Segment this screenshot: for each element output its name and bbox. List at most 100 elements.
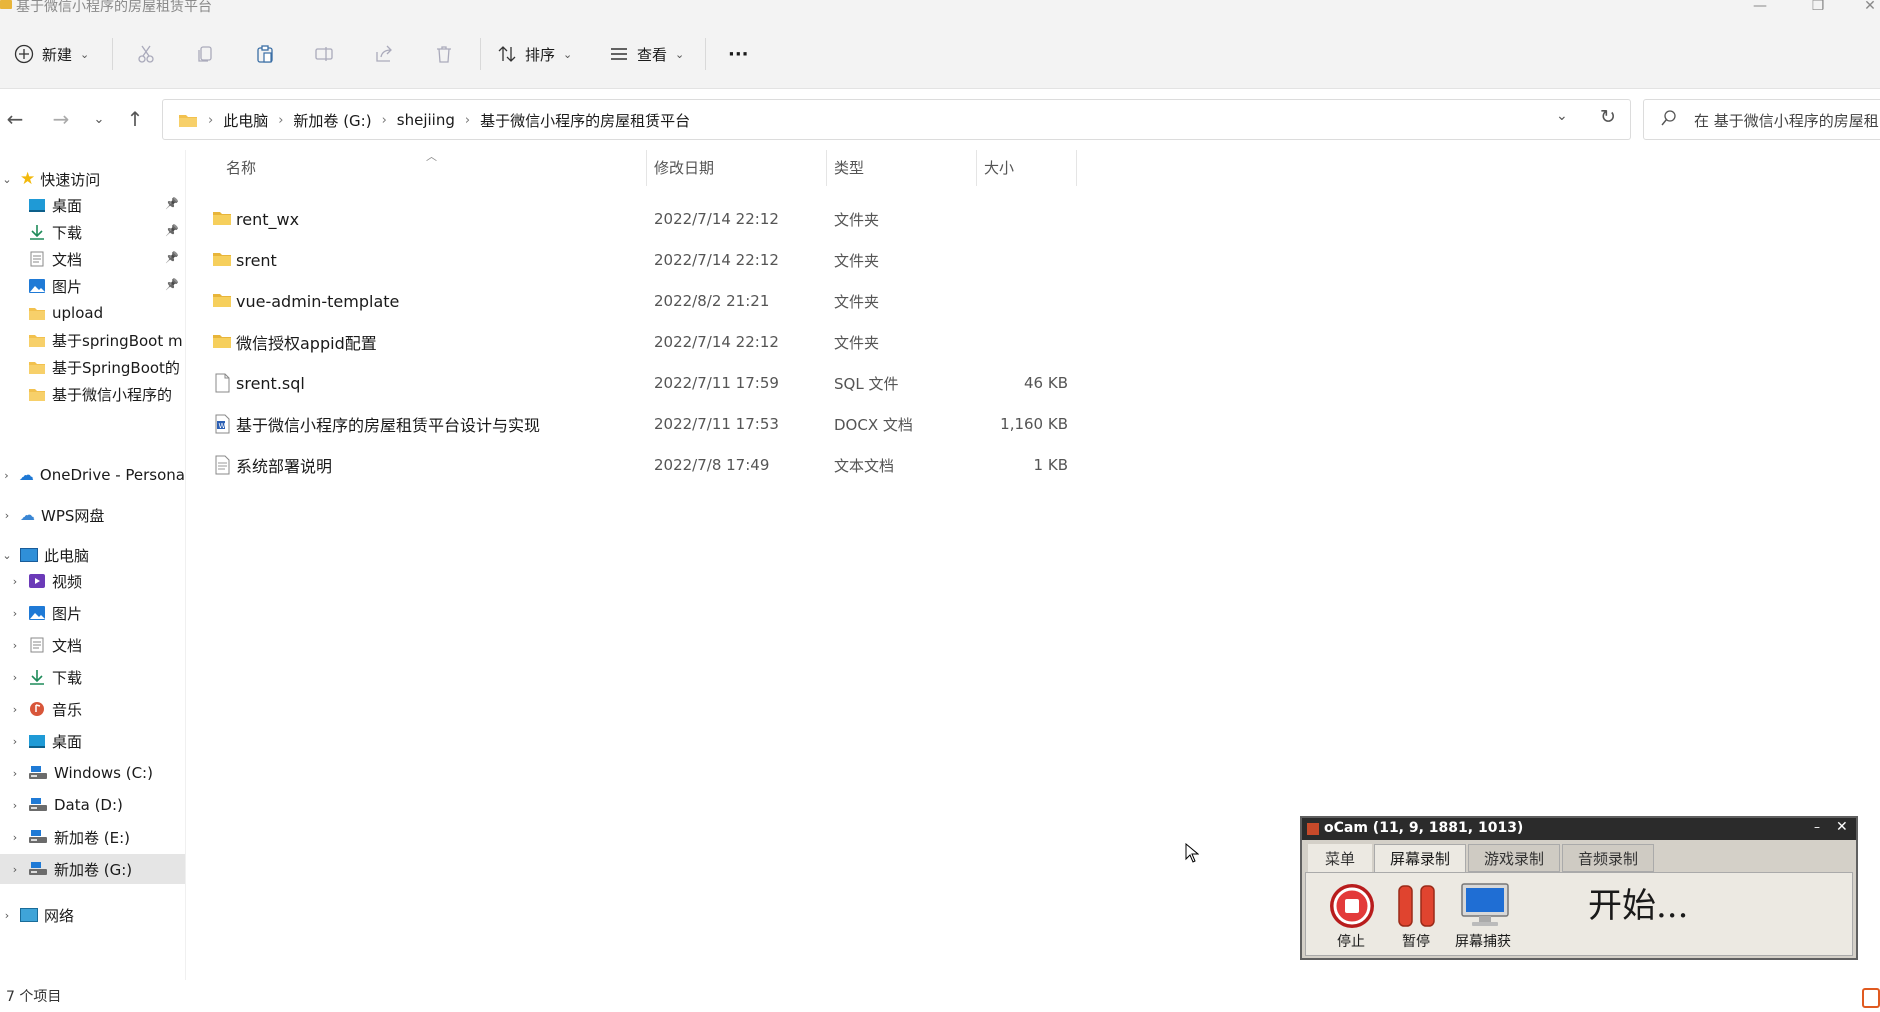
- sidebar-item-quick-6[interactable]: 基于SpringBoot的: [0, 352, 185, 382]
- close-icon[interactable]: ✕: [1860, 0, 1880, 14]
- file-row[interactable]: rent_wx 2022/7/14 22:12 文件夹: [210, 199, 1080, 239]
- column-header-date[interactable]: 修改日期: [654, 157, 714, 178]
- nav-label: 新加卷 (E:): [54, 828, 131, 847]
- sidebar-item-quick-3[interactable]: 图片: [0, 271, 185, 301]
- file-row[interactable]: vue-admin-template 2022/8/2 21:21 文件夹: [210, 281, 1080, 321]
- screen-capture-button[interactable]: [1460, 882, 1510, 932]
- delete-icon[interactable]: [430, 40, 458, 68]
- folder-icon: [212, 291, 232, 311]
- sidebar-item-quick-7[interactable]: 基于微信小程序的: [0, 379, 185, 409]
- drive-icon: [28, 861, 48, 877]
- column-header-size[interactable]: 大小: [984, 157, 1014, 178]
- breadcrumb: › 此电脑 › 新加卷 (G:) › shejiing › 基于微信小程序的房屋…: [178, 108, 690, 132]
- sidebar-item-pc-4[interactable]: › 音乐: [0, 694, 185, 724]
- column-divider[interactable]: [1076, 150, 1077, 186]
- sidebar-item-pc-0[interactable]: › 视频: [0, 566, 185, 596]
- back-arrow-icon[interactable]: ←: [2, 106, 28, 132]
- nav-label: 桌面: [52, 196, 83, 215]
- ocam-tab-menu[interactable]: 菜单: [1308, 844, 1372, 872]
- sidebar-item-pc-1[interactable]: › 图片: [0, 598, 185, 628]
- breadcrumb-this-pc[interactable]: 此电脑: [223, 110, 268, 131]
- sidebar-item-pc-2[interactable]: › 文档: [0, 630, 185, 660]
- breadcrumb-drive-g[interactable]: 新加卷 (G:): [293, 110, 371, 131]
- nav-label: 基于springBoot m: [52, 331, 183, 350]
- recent-locations-chevron-icon[interactable]: ⌄: [86, 106, 112, 132]
- sidebar-item-pc-9[interactable]: › 新加卷 (G:): [0, 854, 185, 884]
- stop-record-button[interactable]: [1328, 882, 1376, 934]
- stop-icon: [1330, 884, 1374, 928]
- file-row[interactable]: 系统部署说明 2022/7/8 17:49 文本文档 1 KB: [210, 445, 1080, 485]
- view-button[interactable]: 查看 ⌄: [609, 40, 684, 68]
- column-header-type[interactable]: 类型: [834, 157, 864, 178]
- star-icon: ★: [20, 169, 36, 189]
- pane-divider[interactable]: [185, 150, 186, 980]
- file-row[interactable]: W 基于微信小程序的房屋租赁平台设计与实现 2022/7/11 17:53 DOCX …: [210, 404, 1080, 444]
- restore-icon[interactable]: ❐: [1808, 0, 1828, 14]
- copy-icon[interactable]: [191, 40, 219, 68]
- chevron-right-icon: ›: [12, 702, 18, 716]
- chevron-right-icon: ›: [12, 574, 18, 588]
- folder-icon: [28, 332, 46, 348]
- new-button[interactable]: 新建 ⌄: [14, 40, 89, 68]
- breadcrumb-current-folder[interactable]: 基于微信小程序的房屋租赁平台: [480, 110, 690, 131]
- ocam-minimize-icon[interactable]: –: [1814, 820, 1820, 834]
- sidebar-item-pc-7[interactable]: › Data (D:): [0, 790, 185, 820]
- file-row[interactable]: srent.sql 2022/7/11 17:59 SQL 文件 46 KB: [210, 363, 1080, 403]
- breadcrumb-shejiing[interactable]: shejiing: [397, 111, 455, 129]
- chevron-right-icon: ›: [12, 638, 18, 652]
- folder-icon: [28, 386, 46, 402]
- file-type: 文件夹: [834, 292, 880, 311]
- ocam-tab-audio-record[interactable]: 音频录制: [1562, 844, 1654, 872]
- minimize-icon[interactable]: —: [1750, 0, 1770, 14]
- chevron-right-icon: ›: [278, 112, 284, 128]
- sidebar-item-pc-6[interactable]: › Windows (C:): [0, 758, 185, 788]
- column-header-name[interactable]: 名称: [226, 157, 256, 178]
- share-icon[interactable]: [370, 40, 398, 68]
- sidebar-item-quick-2[interactable]: 文档: [0, 244, 185, 274]
- toolbar-divider: [480, 38, 481, 70]
- file-row[interactable]: srent 2022/7/14 22:12 文件夹: [210, 240, 1080, 280]
- stop-label: 停止: [1337, 934, 1365, 950]
- sidebar-item-pc-3[interactable]: › 下载: [0, 662, 185, 692]
- sort-button[interactable]: 排序 ⌄: [497, 40, 572, 68]
- file-type: 文件夹: [834, 333, 880, 352]
- column-divider[interactable]: [646, 150, 647, 186]
- nav-wps-drive[interactable]: › ☁ WPS网盘: [0, 500, 185, 530]
- cut-icon[interactable]: [132, 40, 160, 68]
- word-doc-icon: W: [212, 414, 232, 434]
- address-history-chevron-icon[interactable]: ⌄: [1556, 108, 1568, 124]
- nav-network[interactable]: › 网络: [0, 900, 185, 930]
- pin-icon: 📌: [165, 251, 179, 264]
- sidebar-item-pc-8[interactable]: › 新加卷 (E:): [0, 822, 185, 852]
- more-options-button[interactable]: ···: [728, 40, 749, 68]
- sidebar-item-quick-0[interactable]: 桌面: [0, 190, 185, 220]
- file-icon: [212, 373, 232, 393]
- paste-icon[interactable]: [251, 40, 279, 68]
- column-divider[interactable]: [976, 150, 977, 186]
- pause-record-button[interactable]: [1397, 884, 1437, 932]
- tray-app-icon[interactable]: [1862, 988, 1880, 1008]
- sidebar-item-quick-4[interactable]: upload: [0, 298, 185, 328]
- file-row[interactable]: 微信授权appid配置 2022/7/14 22:12 文件夹: [210, 322, 1080, 362]
- chevron-right-icon: ›: [4, 908, 10, 922]
- nav-onedrive[interactable]: › ☁ OneDrive - Persona: [0, 460, 185, 490]
- chevron-right-icon: ›: [4, 468, 9, 482]
- view-icon: [611, 48, 627, 60]
- file-name: srent: [236, 250, 277, 270]
- ocam-close-icon[interactable]: ✕: [1836, 819, 1848, 835]
- column-divider[interactable]: [826, 150, 827, 186]
- file-date: 2022/8/2 21:21: [654, 292, 770, 310]
- sidebar-item-pc-5[interactable]: › 桌面: [0, 726, 185, 756]
- ocam-tab-screen-record[interactable]: 屏幕录制: [1374, 844, 1466, 872]
- refresh-icon[interactable]: ↻: [1600, 106, 1616, 128]
- up-arrow-icon[interactable]: ↑: [122, 106, 148, 132]
- chevron-down-icon: ⌄: [2, 548, 12, 562]
- rename-icon[interactable]: [310, 40, 338, 68]
- sort-icon: [498, 46, 516, 62]
- forward-arrow-icon[interactable]: →: [48, 106, 74, 132]
- ocam-tab-game-record[interactable]: 游戏录制: [1468, 844, 1560, 872]
- sidebar-item-quick-5[interactable]: 基于springBoot m: [0, 325, 185, 355]
- sidebar-item-quick-1[interactable]: 下载: [0, 217, 185, 247]
- chevron-down-icon: ⌄: [563, 47, 573, 61]
- drive-icon: [28, 797, 48, 813]
